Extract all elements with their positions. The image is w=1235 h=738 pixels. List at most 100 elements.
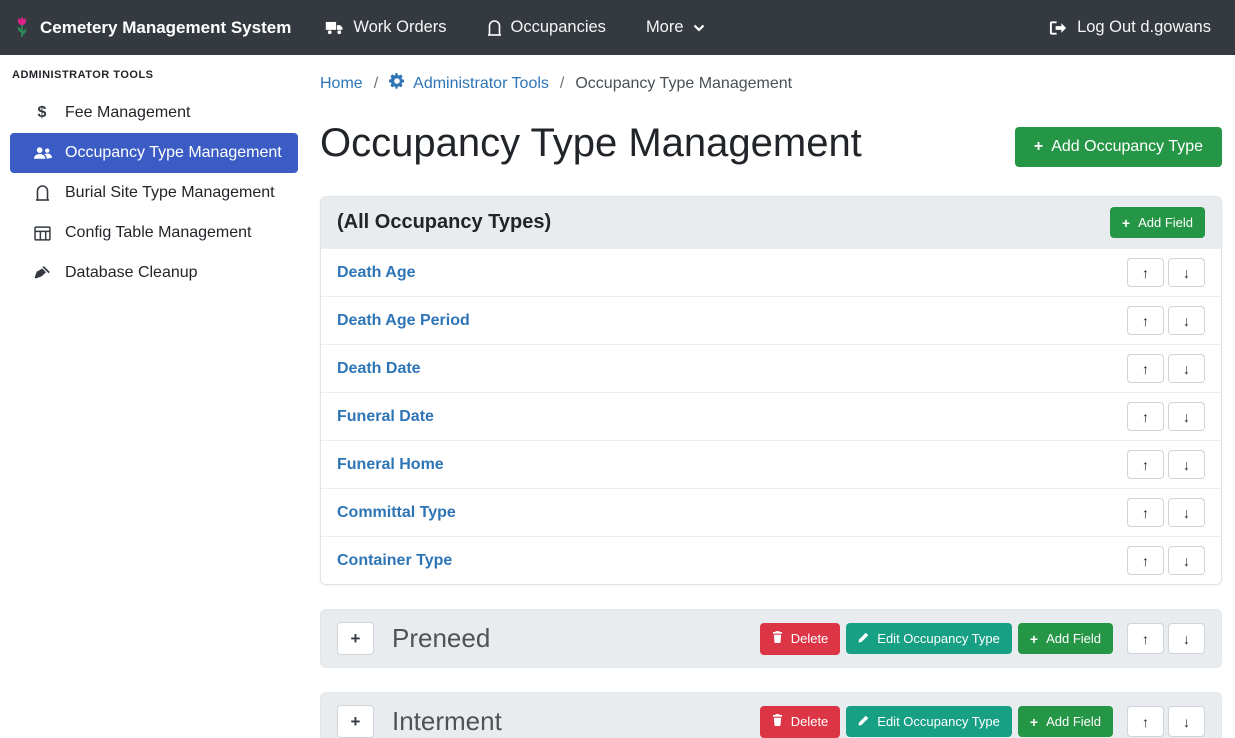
main-nav: Work Orders Occupancies More (325, 18, 704, 37)
breadcrumb-separator: / (374, 75, 378, 93)
move-up-button[interactable]: ↑ (1127, 306, 1164, 335)
sidebar-item-database-cleanup[interactable]: Database Cleanup (10, 253, 298, 293)
field-row: Death Age Period ↑ ↓ (321, 296, 1221, 344)
expand-button[interactable]: + (337, 622, 374, 655)
plus-icon: + (1122, 216, 1130, 230)
down-arrow-icon: ↓ (1183, 361, 1190, 377)
sidebar-item-label: Config Table Management (65, 224, 252, 242)
delete-button[interactable]: Delete (760, 706, 841, 738)
move-down-button[interactable]: ↓ (1168, 402, 1205, 431)
add-field-button[interactable]: + Add Field (1018, 623, 1113, 654)
reorder-controls: ↑ ↓ (1127, 706, 1205, 737)
plus-icon: + (1034, 139, 1043, 155)
card-title: (All Occupancy Types) (337, 211, 551, 234)
move-up-button[interactable]: ↑ (1127, 354, 1164, 383)
app-brand[interactable]: Cemetery Management System (14, 16, 291, 39)
move-down-button[interactable]: ↓ (1168, 306, 1205, 335)
field-link[interactable]: Death Age (337, 264, 416, 282)
move-up-button[interactable]: ↑ (1127, 258, 1164, 287)
logout-label: Log Out d.gowans (1077, 18, 1211, 37)
nav-work-orders-label: Work Orders (353, 18, 446, 37)
edit-occupancy-type-button[interactable]: Edit Occupancy Type (846, 623, 1012, 654)
sidebar-item-fee-management[interactable]: $ Fee Management (10, 93, 298, 133)
dollar-icon: $ (32, 104, 52, 122)
nav-work-orders[interactable]: Work Orders (325, 18, 446, 37)
sidebar-item-occupancy-type-management[interactable]: Occupancy Type Management (10, 133, 298, 173)
up-arrow-icon: ↑ (1142, 457, 1149, 473)
occupancy-type-section-preneed: + Preneed Delete (320, 609, 1222, 668)
trash-icon (772, 631, 783, 647)
sidebar-item-label: Database Cleanup (65, 264, 198, 282)
gear-icon (389, 73, 405, 94)
breadcrumb-separator: / (560, 75, 564, 93)
down-arrow-icon: ↓ (1183, 631, 1190, 647)
down-arrow-icon: ↓ (1183, 409, 1190, 425)
sidebar-item-label: Occupancy Type Management (65, 144, 282, 162)
delete-button[interactable]: Delete (760, 623, 841, 655)
move-up-button[interactable]: ↑ (1127, 546, 1164, 575)
field-row: Funeral Date ↑ ↓ (321, 392, 1221, 440)
move-up-button[interactable]: ↑ (1127, 402, 1164, 431)
breadcrumb-admin-tools[interactable]: Administrator Tools (389, 73, 549, 94)
move-down-button[interactable]: ↓ (1168, 498, 1205, 527)
down-arrow-icon: ↓ (1183, 714, 1190, 730)
sidebar-heading: Administrator Tools (0, 69, 308, 93)
field-row: Committal Type ↑ ↓ (321, 488, 1221, 536)
down-arrow-icon: ↓ (1183, 265, 1190, 281)
field-link[interactable]: Container Type (337, 552, 452, 570)
reorder-controls: ↑ ↓ (1127, 498, 1205, 527)
breadcrumb: Home / Administrator Tools / Occupancy T… (320, 73, 1222, 94)
sidebar-item-config-table-management[interactable]: Config Table Management (10, 213, 298, 253)
edit-occupancy-type-button[interactable]: Edit Occupancy Type (846, 706, 1012, 737)
reorder-controls: ↑ ↓ (1127, 450, 1205, 479)
move-up-button[interactable]: ↑ (1127, 450, 1164, 479)
field-row: Funeral Home ↑ ↓ (321, 440, 1221, 488)
up-arrow-icon: ↑ (1142, 631, 1149, 647)
nav-occupancies[interactable]: Occupancies (487, 18, 606, 37)
up-arrow-icon: ↑ (1142, 409, 1149, 425)
move-down-button[interactable]: ↓ (1168, 450, 1205, 479)
field-link[interactable]: Funeral Home (337, 456, 444, 474)
reorder-controls: ↑ ↓ (1127, 623, 1205, 654)
move-down-button[interactable]: ↓ (1168, 546, 1205, 575)
logout-link[interactable]: Log Out d.gowans (1049, 18, 1211, 37)
trash-icon (772, 714, 783, 730)
reorder-controls: ↑ ↓ (1127, 258, 1205, 287)
up-arrow-icon: ↑ (1142, 313, 1149, 329)
card-header: (All Occupancy Types) + Add Field (321, 197, 1221, 248)
add-field-button[interactable]: + Add Field (1110, 207, 1205, 238)
up-arrow-icon: ↑ (1142, 553, 1149, 569)
move-down-button[interactable]: ↓ (1168, 706, 1205, 737)
move-up-button[interactable]: ↑ (1127, 706, 1164, 737)
app-title: Cemetery Management System (40, 18, 291, 38)
nav-occupancies-label: Occupancies (511, 18, 606, 37)
move-down-button[interactable]: ↓ (1168, 623, 1205, 654)
field-link[interactable]: Funeral Date (337, 408, 434, 426)
nav-more-label: More (646, 18, 684, 37)
reorder-controls: ↑ ↓ (1127, 306, 1205, 335)
sidebar-item-label: Fee Management (65, 104, 190, 122)
field-link[interactable]: Death Date (337, 360, 421, 378)
field-link[interactable]: Death Age Period (337, 312, 470, 330)
breadcrumb-home[interactable]: Home (320, 75, 363, 93)
add-occupancy-type-button[interactable]: + Add Occupancy Type (1015, 127, 1222, 167)
table-icon (32, 226, 52, 241)
up-arrow-icon: ↑ (1142, 505, 1149, 521)
up-arrow-icon: ↑ (1142, 361, 1149, 377)
down-arrow-icon: ↓ (1183, 313, 1190, 329)
occupancy-type-section-interment: + Interment Delete (320, 692, 1222, 738)
reorder-controls: ↑ ↓ (1127, 402, 1205, 431)
move-down-button[interactable]: ↓ (1168, 354, 1205, 383)
section-title: Preneed (392, 623, 490, 654)
plus-icon: + (351, 629, 361, 649)
field-link[interactable]: Committal Type (337, 504, 456, 522)
nav-more[interactable]: More (646, 18, 705, 37)
move-up-button[interactable]: ↑ (1127, 498, 1164, 527)
move-down-button[interactable]: ↓ (1168, 258, 1205, 287)
move-up-button[interactable]: ↑ (1127, 623, 1164, 654)
expand-button[interactable]: + (337, 705, 374, 738)
sidebar-item-burial-site-type-management[interactable]: Burial Site Type Management (10, 173, 298, 213)
add-field-button[interactable]: + Add Field (1018, 706, 1113, 737)
breadcrumb-current: Occupancy Type Management (575, 75, 792, 93)
field-row: Death Date ↑ ↓ (321, 344, 1221, 392)
